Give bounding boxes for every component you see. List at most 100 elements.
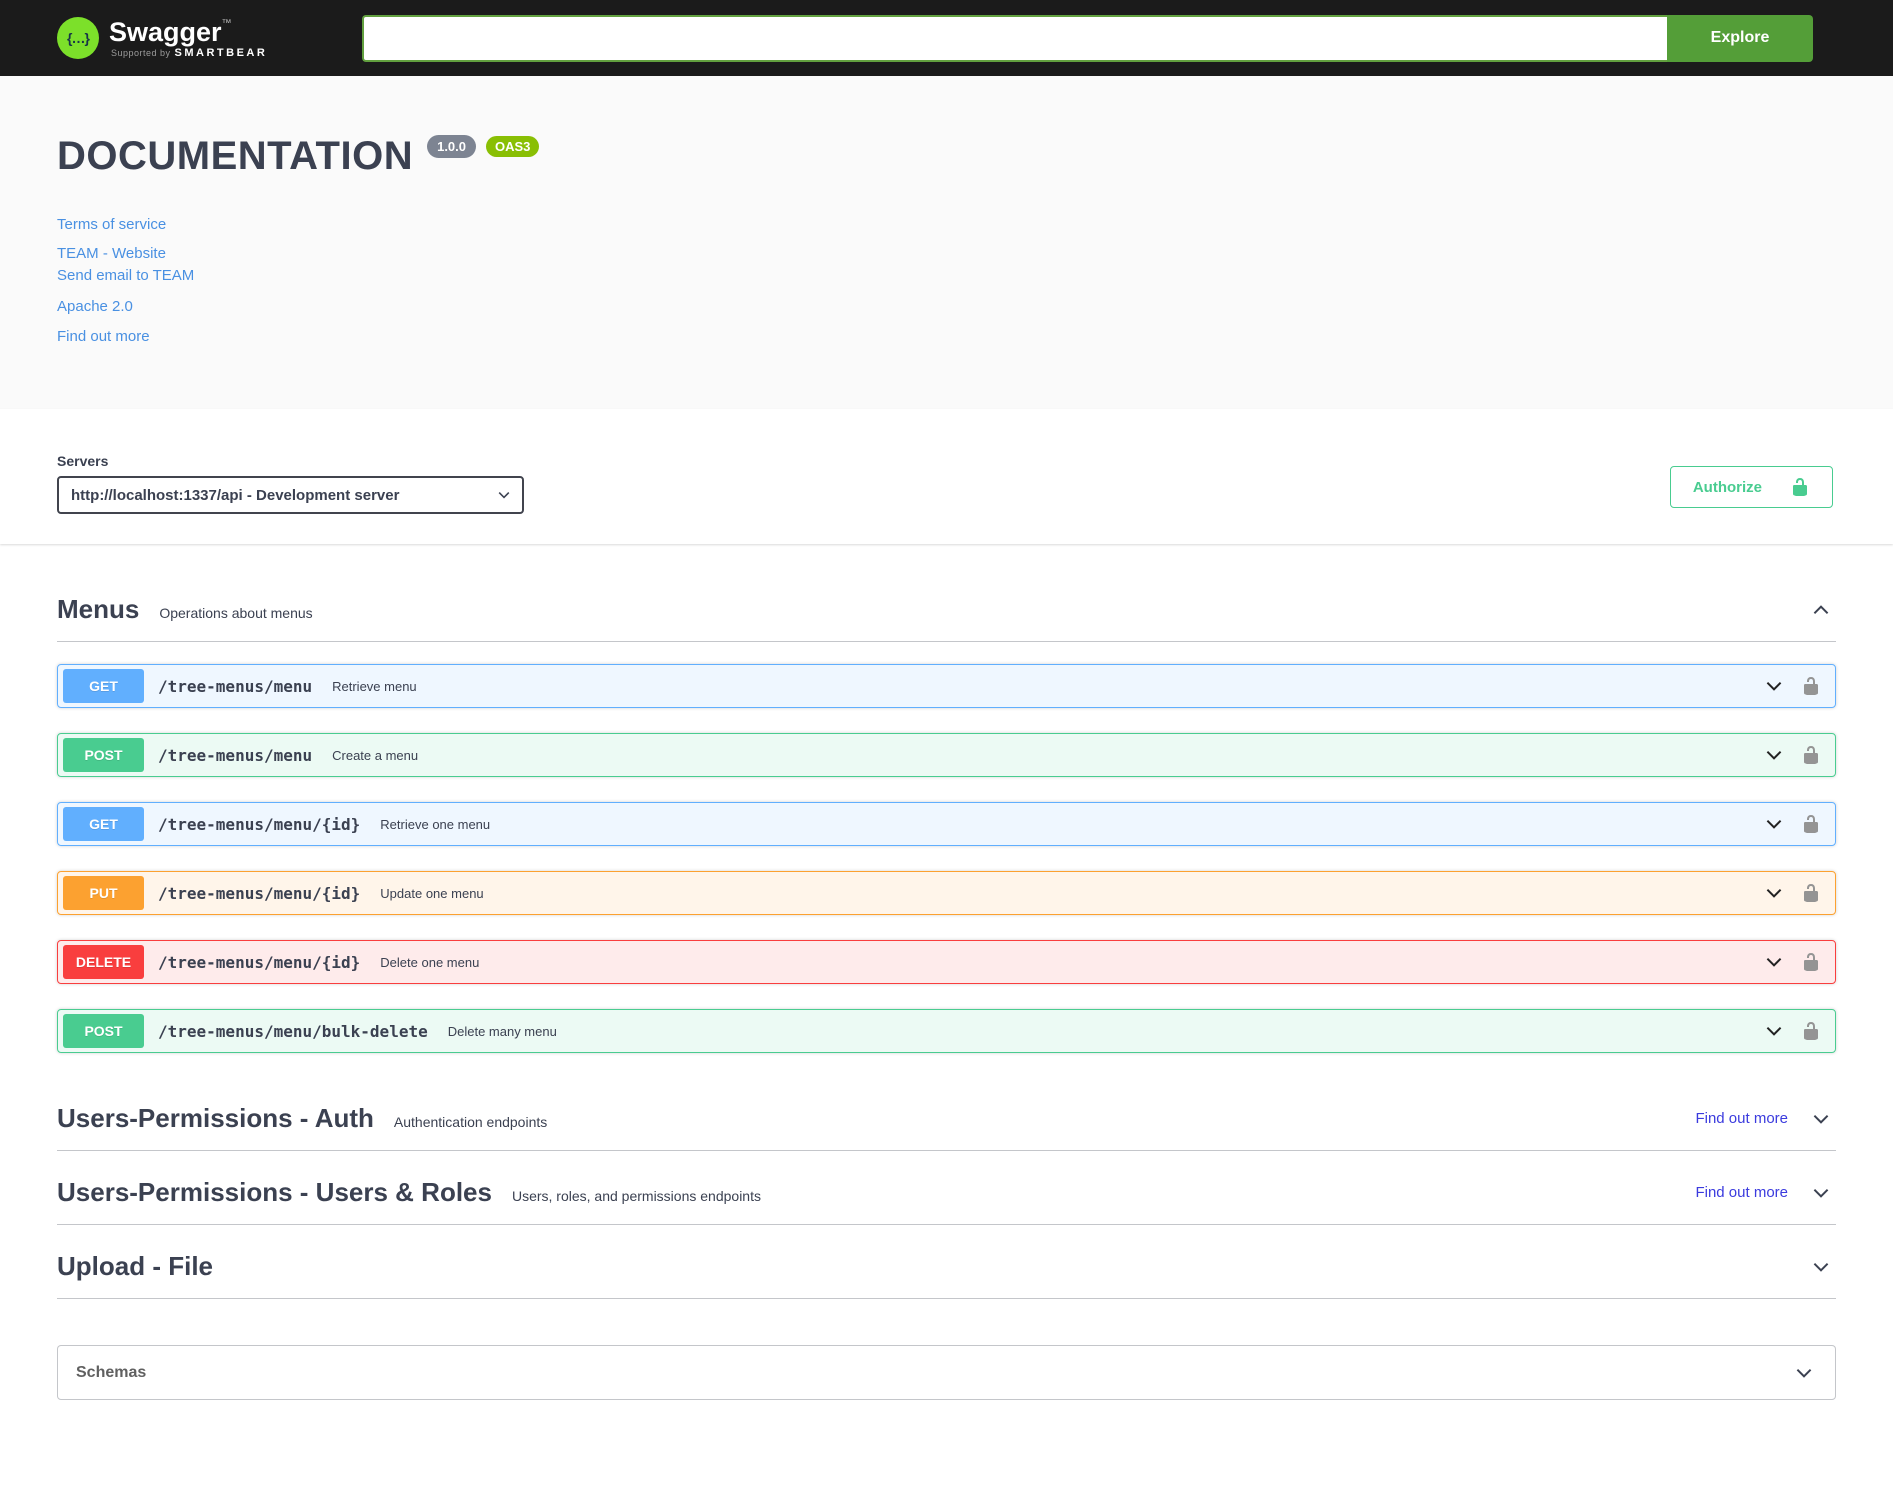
method-badge: GET: [63, 669, 144, 703]
expand-operation-button[interactable]: [1763, 882, 1785, 904]
operation-row-delete-tree-menus-menu-id[interactable]: DELETE /tree-menus/menu/{id} Delete one …: [57, 940, 1836, 984]
supported-by-label: Supported by SMARTBEAR: [111, 46, 268, 59]
chevron-down-icon: [1766, 888, 1782, 898]
license-link[interactable]: Apache 2.0: [57, 297, 1836, 317]
authorize-button[interactable]: Authorize: [1669, 466, 1833, 508]
tag-header-menus[interactable]: Menus Operations about menus: [57, 580, 1836, 642]
auth-lock-button[interactable]: [1801, 676, 1821, 696]
tag-header-users-permissions-users-roles[interactable]: Users-Permissions - Users & Roles Users,…: [57, 1163, 1836, 1225]
explore-form: Explore: [362, 14, 1813, 62]
method-badge: POST: [63, 738, 144, 772]
expand-section-button[interactable]: [1810, 1108, 1832, 1130]
expand-operation-button[interactable]: [1763, 675, 1785, 697]
tag-description: Operations about menus: [159, 604, 313, 621]
external-docs-link[interactable]: Find out more: [1695, 1184, 1788, 1201]
operation-row-get-tree-menus-menu[interactable]: GET /tree-menus/menu Retrieve menu: [57, 664, 1836, 708]
unlocked-padlock-icon: [1804, 1022, 1818, 1040]
servers-label: Servers: [57, 453, 109, 469]
team-website-link[interactable]: TEAM - Website: [57, 244, 1836, 264]
swagger-logo: {…} Swagger™ Supported by SMARTBEAR: [57, 17, 267, 59]
tag-title: Users-Permissions - Auth: [57, 1103, 374, 1133]
expand-section-button[interactable]: [1810, 1182, 1832, 1204]
unlocked-padlock-icon: [1804, 677, 1818, 695]
unlocked-padlock-icon: [1804, 953, 1818, 971]
schemas-section[interactable]: Schemas: [57, 1345, 1836, 1400]
terms-of-service-link[interactable]: Terms of service: [57, 215, 1836, 235]
operation-summary: Update one menu: [380, 885, 484, 901]
tag-description: Authentication endpoints: [393, 1113, 548, 1130]
operation-path: /tree-menus/menu/{id}: [158, 952, 361, 972]
operation-row-post-bulk-delete[interactable]: POST /tree-menus/menu/bulk-delete Delete…: [57, 1009, 1836, 1053]
schemas-title: Schemas: [76, 1363, 147, 1381]
chevron-down-icon: [1766, 819, 1782, 829]
oas3-badge: OAS3: [486, 136, 540, 157]
auth-lock-button[interactable]: [1801, 814, 1821, 834]
chevron-down-icon: [1813, 1114, 1829, 1124]
smartbear-wordmark: SMARTBEAR: [174, 46, 268, 59]
expand-section-button[interactable]: [1810, 1256, 1832, 1278]
server-select[interactable]: http://localhost:1337/api - Development …: [57, 476, 524, 514]
expand-operation-button[interactable]: [1763, 744, 1785, 766]
operation-summary: Delete one menu: [380, 954, 480, 970]
expand-operation-button[interactable]: [1763, 1020, 1785, 1042]
chevron-down-icon: [1766, 1026, 1782, 1036]
operation-path: /tree-menus/menu/{id}: [158, 814, 361, 834]
info-links: Terms of service TEAM - Website Send ema…: [57, 215, 1836, 347]
info-section: DOCUMENTATION 1.0.0 OAS3 Terms of servic…: [0, 76, 1893, 409]
expand-schemas-button[interactable]: [1793, 1362, 1815, 1384]
operation-summary: Create a menu: [332, 747, 419, 763]
operation-row-post-tree-menus-menu[interactable]: POST /tree-menus/menu Create a menu: [57, 733, 1836, 777]
auth-lock-button[interactable]: [1801, 883, 1821, 903]
tag-description: Users, roles, and permissions endpoints: [511, 1187, 761, 1204]
operation-path: /tree-menus/menu: [158, 676, 313, 696]
unlocked-padlock-icon: [1793, 478, 1807, 496]
chevron-up-icon: [1813, 604, 1829, 614]
unlocked-padlock-icon: [1804, 815, 1818, 833]
explore-button[interactable]: Explore: [1667, 14, 1813, 62]
expand-operation-button[interactable]: [1763, 813, 1785, 835]
brand-name: Swagger: [109, 16, 222, 47]
operation-path: /tree-menus/menu: [158, 745, 313, 765]
external-docs-link[interactable]: Find out more: [1695, 1110, 1788, 1127]
operation-list: GET /tree-menus/menu Retrieve menu POST …: [57, 664, 1836, 1053]
tag-header-users-permissions-auth[interactable]: Users-Permissions - Auth Authentication …: [57, 1089, 1836, 1151]
operation-summary: Retrieve menu: [332, 678, 417, 694]
operations-wrapper: Menus Operations about menus GET /tree-m…: [0, 580, 1893, 1299]
chevron-down-icon: [1766, 750, 1782, 760]
tag-title: Upload - File: [57, 1251, 213, 1281]
contact-email-link[interactable]: Send email to TEAM: [57, 266, 1836, 286]
auth-lock-button[interactable]: [1801, 952, 1821, 972]
spec-url-input[interactable]: [362, 14, 1667, 62]
auth-lock-button[interactable]: [1801, 745, 1821, 765]
method-badge: PUT: [63, 876, 144, 910]
method-badge: GET: [63, 807, 144, 841]
operation-summary: Retrieve one menu: [380, 816, 491, 832]
chevron-down-icon: [1766, 957, 1782, 967]
operation-row-put-tree-menus-menu-id[interactable]: PUT /tree-menus/menu/{id} Update one men…: [57, 871, 1836, 915]
auth-lock-button[interactable]: [1801, 1021, 1821, 1041]
trademark-symbol: ™: [221, 17, 232, 29]
tag-title: Menus: [57, 594, 140, 624]
method-badge: POST: [63, 1014, 144, 1048]
method-badge: DELETE: [63, 945, 144, 979]
swagger-logo-icon: {…}: [57, 17, 99, 59]
scheme-container: Servers http://localhost:1337/api - Deve…: [0, 409, 1893, 544]
operation-path: /tree-menus/menu/{id}: [158, 883, 361, 903]
operation-path: /tree-menus/menu/bulk-delete: [158, 1021, 428, 1041]
tag-title: Users-Permissions - Users & Roles: [57, 1177, 492, 1207]
expand-operation-button[interactable]: [1763, 951, 1785, 973]
chevron-down-icon: [1813, 1262, 1829, 1272]
version-badge: 1.0.0: [427, 135, 477, 158]
collapse-section-button[interactable]: [1810, 599, 1832, 621]
chevron-down-icon: [1813, 1188, 1829, 1198]
tag-header-upload-file[interactable]: Upload - File: [57, 1237, 1836, 1299]
find-out-more-link[interactable]: Find out more: [57, 327, 1836, 347]
operation-summary: Delete many menu: [447, 1023, 557, 1039]
chevron-down-icon: [1766, 681, 1782, 691]
operation-row-get-tree-menus-menu-id[interactable]: GET /tree-menus/menu/{id} Retrieve one m…: [57, 802, 1836, 846]
page-title: DOCUMENTATION: [57, 134, 414, 178]
topbar: {…} Swagger™ Supported by SMARTBEAR Explo…: [0, 0, 1893, 76]
unlocked-padlock-icon: [1804, 884, 1818, 902]
chevron-down-icon: [1796, 1368, 1812, 1378]
unlocked-padlock-icon: [1804, 746, 1818, 764]
